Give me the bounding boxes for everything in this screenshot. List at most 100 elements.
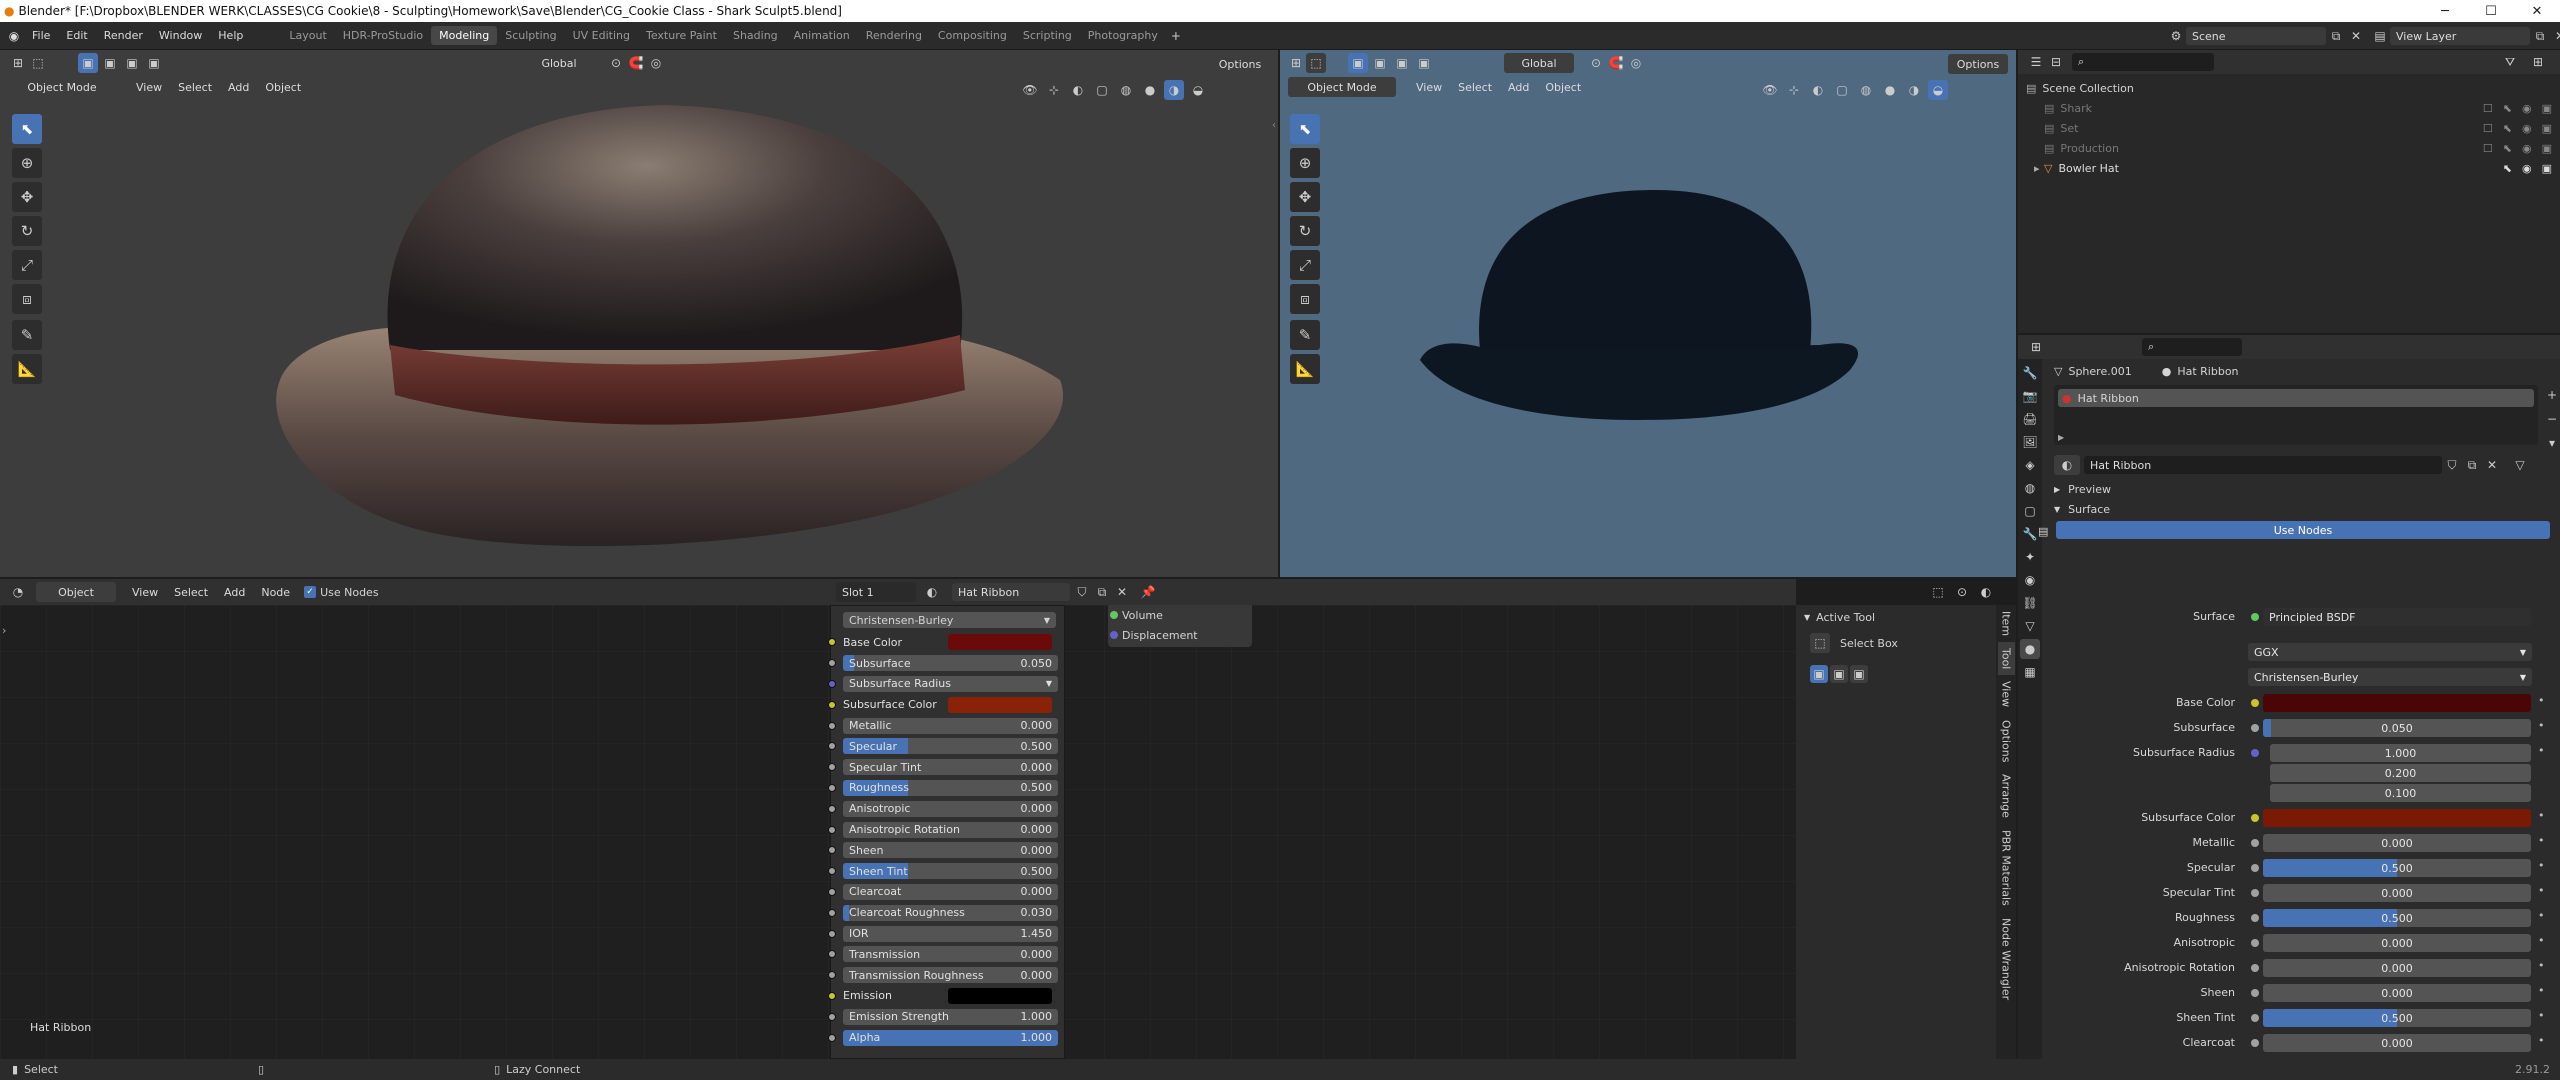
tab-hdr-prostudio[interactable]: HDR-ProStudio (335, 26, 431, 45)
vector-component-field[interactable]: 1.000 (2270, 744, 2531, 762)
outliner-item[interactable]: ▤ Set ☐ ⬉ ◉ ▣ (2026, 118, 2556, 138)
node-input-slider[interactable]: Metallic 0.000 (843, 717, 1058, 734)
color-swatch[interactable] (2263, 809, 2531, 827)
sidebar-tab-options[interactable]: Options (1998, 714, 2015, 768)
slot-menu-icon[interactable]: ▾ (2542, 433, 2560, 453)
scene-tab-icon[interactable]: ◈ (2020, 455, 2040, 475)
view-layer-selector[interactable]: View Layer (2390, 27, 2530, 45)
node-distribution-select[interactable]: Christensen-Burley ▼ (843, 612, 1056, 628)
property-slider[interactable]: 0.000 (2263, 984, 2531, 1002)
volume-socket[interactable] (1110, 611, 1118, 619)
constraints-tab-icon[interactable]: ⛓ (2020, 593, 2040, 613)
color-swatch[interactable] (948, 696, 1052, 713)
close-button[interactable]: ✕ (2514, 0, 2560, 22)
link-type-icon[interactable]: ▽ (2510, 455, 2530, 475)
node-input-slider[interactable]: Specular 0.500 (843, 738, 1058, 755)
menu-node[interactable]: Node (253, 586, 298, 599)
browse-material-icon[interactable]: ◐ (2054, 455, 2080, 475)
input-socket[interactable] (828, 887, 836, 896)
tab-texture-paint[interactable]: Texture Paint (638, 26, 725, 45)
world-tab-icon[interactable]: ◍ (2020, 478, 2040, 498)
node-input-slider[interactable]: Transmission 0.000 (843, 946, 1058, 963)
vector-component-field[interactable]: 0.200 (2270, 764, 2531, 782)
blender-menu-icon[interactable]: ◉ (4, 26, 24, 46)
input-socket[interactable] (828, 929, 836, 938)
tab-shading[interactable]: Shading (725, 26, 786, 45)
tab-modeling[interactable]: Modeling (431, 26, 498, 45)
tool-tab-icon[interactable]: 🔧 (2020, 363, 2040, 383)
physics-tab-icon[interactable]: ◉ (2020, 570, 2040, 590)
tab-animation[interactable]: Animation (786, 26, 858, 45)
input-socket[interactable] (828, 638, 836, 647)
tab-uv-editing[interactable]: UV Editing (565, 26, 638, 45)
property-slider[interactable]: 0.000 (2263, 1034, 2531, 1052)
editor-type-icon[interactable]: ◔ (8, 582, 28, 602)
backdrop-icon[interactable]: ⊙ (1952, 582, 1972, 602)
node-input-slider[interactable]: Clearcoat Roughness 0.030 (843, 904, 1058, 921)
scene-collection-row[interactable]: ▤ Scene Collection (2026, 78, 2556, 98)
select-icon[interactable]: ⬉ (2503, 122, 2512, 135)
overlay-icon[interactable]: ◐ (1976, 582, 1996, 602)
sidebar-tab-tool[interactable]: Tool (1997, 642, 2015, 676)
property-dropdown[interactable]: GGX ▼ (2248, 643, 2532, 661)
principled-bsdf-node[interactable]: Christensen-Burley ▼ Base Color Subsurfac… (828, 605, 1065, 1059)
view-layer-copy-icon[interactable]: ⧉ (2530, 26, 2550, 46)
slot-select[interactable]: Slot 1 (836, 582, 916, 602)
node-editor[interactable]: ◔ Object View Select Add Node ✓ Use Nodes S… (0, 579, 1252, 1059)
property-slider[interactable]: 0.000 (2263, 959, 2531, 977)
property-slider[interactable]: 0.000 (2263, 934, 2531, 952)
minimize-button[interactable]: ─ (2422, 0, 2468, 22)
input-socket[interactable] (828, 742, 836, 751)
scene-copy-icon[interactable]: ⧉ (2326, 26, 2346, 46)
node-sidebar-toggle-icon[interactable]: › (2, 624, 6, 637)
duplicate-material-icon[interactable]: ⧉ (2462, 455, 2482, 475)
input-socket[interactable] (828, 991, 836, 1000)
viewport-left[interactable]: ⊞ ⬚ ▣ ▣ ▣ ▣ Global ⊙ 🧲 ◎ Options Object … (0, 50, 1278, 577)
input-socket[interactable] (828, 700, 836, 709)
camera-icon[interactable]: ▣ (2542, 122, 2552, 135)
preview-panel-header[interactable]: ▶ Preview (2054, 483, 2111, 496)
sidebar-tab-item[interactable]: Item (1998, 605, 2015, 642)
tab-photography[interactable]: Photography (1080, 26, 1166, 45)
vector-component-field[interactable]: 0.100 (2270, 784, 2531, 802)
eye-icon[interactable]: ◉ (2522, 102, 2532, 115)
expand-arrow-icon[interactable]: ▸ (2034, 162, 2040, 175)
input-socket[interactable] (828, 846, 836, 855)
unlink-material-icon[interactable]: ✕ (1112, 582, 1132, 602)
property-slider[interactable]: 0.000 (2263, 834, 2531, 852)
pin-icon[interactable]: 📌 (1138, 582, 1158, 602)
duplicate-material-icon[interactable]: ⧉ (1092, 582, 1112, 602)
add-workspace-button[interactable]: + (1166, 26, 1186, 46)
property-dropdown[interactable]: Christensen-Burley ▼ (2248, 668, 2532, 686)
input-socket[interactable] (828, 783, 836, 792)
node-input-slider[interactable]: IOR 1.450 (843, 925, 1058, 942)
node-input-slider[interactable]: Anisotropic 0.000 (843, 800, 1058, 817)
displacement-socket[interactable] (1110, 631, 1118, 639)
menu-edit[interactable]: Edit (58, 29, 95, 42)
menu-view[interactable]: View (124, 586, 166, 599)
sidebar-tab-view[interactable]: View (1998, 675, 2015, 713)
tab-scripting[interactable]: Scripting (1015, 26, 1080, 45)
sidebar-tab-pbr-materials[interactable]: PBR Materials (1998, 824, 2015, 912)
menu-render[interactable]: Render (96, 29, 151, 42)
use-nodes-toggle[interactable]: ✓ Use Nodes (304, 586, 379, 599)
surface-panel-header[interactable]: ▼ Surface (2054, 503, 2110, 516)
surface-shader-select[interactable]: Principled BSDF (2263, 608, 2531, 626)
node-input-slider[interactable]: Anisotropic Rotation 0.000 (843, 821, 1058, 838)
node-input-slider[interactable]: Subsurface 0.050 (843, 655, 1058, 672)
camera-icon[interactable]: ▣ (2542, 102, 2552, 115)
select-box-icon[interactable]: ⬚ (1810, 633, 1830, 653)
property-slider[interactable]: 0.050 (2263, 719, 2531, 737)
select-subtract-icon[interactable]: ▣ (1850, 665, 1868, 683)
input-socket[interactable] (828, 804, 836, 813)
camera-icon[interactable]: ▣ (2542, 162, 2552, 175)
input-socket[interactable] (828, 867, 836, 876)
remove-slot-icon[interactable]: − (2542, 409, 2560, 429)
use-nodes-checkbox-icon[interactable]: ✓ (304, 586, 317, 598)
eye-icon[interactable]: ◉ (2522, 162, 2532, 175)
select-icon[interactable]: ⬉ (2503, 102, 2512, 115)
input-socket[interactable] (828, 721, 836, 730)
color-swatch[interactable] (948, 634, 1052, 651)
property-slider[interactable]: 0.500 (2263, 1009, 2531, 1027)
viewport-right[interactable]: ⊞ ⬚ ▣ ▣ ▣ ▣ Global ⊙ 🧲 ◎ Options Object … (1280, 50, 2016, 577)
